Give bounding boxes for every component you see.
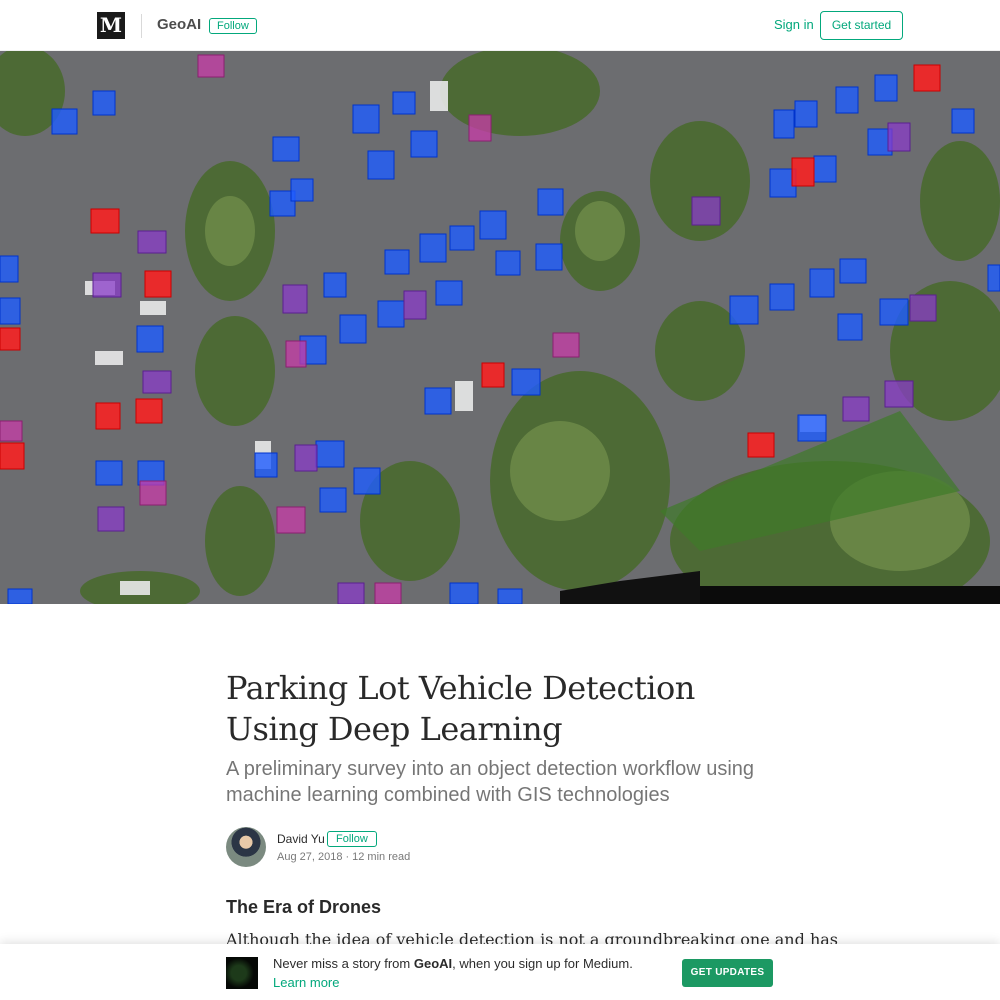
article-meta: Aug 27, 2018 · 12 min read: [277, 851, 410, 863]
separator-dot: ·: [345, 851, 350, 863]
medium-logo[interactable]: M: [97, 12, 125, 39]
publication-thumbnail: [226, 957, 258, 989]
get-updates-button[interactable]: GET UPDATES: [682, 959, 773, 987]
banner-text-suffix: , when you sign up for Medium.: [452, 956, 633, 971]
author-name[interactable]: David Yu: [277, 832, 325, 846]
author-avatar[interactable]: [226, 827, 266, 867]
banner-publication: GeoAI: [413, 956, 453, 971]
article-title: Parking Lot Vehicle Detection Using Deep…: [226, 669, 695, 748]
article-subtitle: A preliminary survey into an object dete…: [226, 758, 755, 806]
publication-name[interactable]: GeoAI: [157, 16, 201, 33]
banner-message: Never miss a story from GeoAI, when you …: [273, 956, 633, 971]
aerial-parking-lot-image: [0, 51, 1000, 604]
divider: [141, 14, 142, 38]
follow-author-button[interactable]: Follow: [327, 831, 377, 847]
read-time: 12 min read: [352, 851, 411, 863]
follow-publication-button[interactable]: Follow: [209, 18, 257, 34]
get-started-button[interactable]: Get started: [820, 11, 903, 40]
banner-text-prefix: Never miss a story from: [273, 956, 414, 971]
section-heading: The Era of Drones: [226, 897, 382, 917]
learn-more-link[interactable]: Learn more: [273, 975, 339, 990]
signup-banner: Never miss a story from GeoAI, when you …: [0, 944, 1000, 1000]
hero-image: [0, 51, 1000, 604]
publish-date: Aug 27, 2018: [277, 851, 343, 863]
sign-in-link[interactable]: Sign in: [774, 17, 814, 32]
top-navigation-bar: M GeoAI Follow Sign in Get started: [0, 0, 1000, 51]
